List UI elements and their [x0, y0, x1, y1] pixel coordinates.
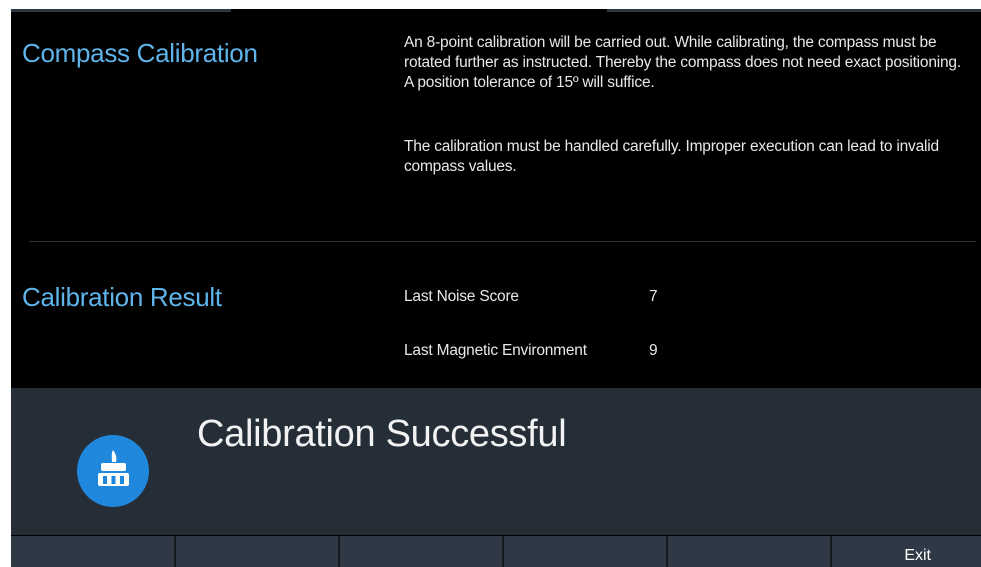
- calibration-screen: Compass Calibration An 8-point calibrati…: [11, 9, 981, 567]
- softkey-bar: Exit: [11, 536, 981, 567]
- status-panel: [11, 388, 981, 535]
- last-noise-score-value: 7: [649, 288, 658, 305]
- section-divider: [29, 241, 976, 242]
- calibration-instructions-text: An 8-point calibration will be carried o…: [404, 34, 961, 91]
- compass-calibration-title: Compass Calibration: [22, 38, 258, 68]
- calibration-warning-text: The calibration must be handled carefull…: [404, 138, 939, 175]
- exit-button[interactable]: Exit: [832, 536, 981, 567]
- softkey-2[interactable]: [176, 536, 340, 567]
- softkey-4[interactable]: [504, 536, 668, 567]
- softkey-3[interactable]: [340, 536, 504, 567]
- last-magnetic-environment-label: Last Magnetic Environment: [404, 342, 587, 359]
- calibration-status-message: Calibration Successful: [197, 413, 567, 455]
- exit-button-label: Exit: [904, 547, 931, 564]
- last-noise-score-label: Last Noise Score: [404, 288, 519, 305]
- softkey-5[interactable]: [668, 536, 832, 567]
- last-magnetic-environment-value: 9: [649, 342, 658, 359]
- calibration-result-title: Calibration Result: [22, 282, 222, 312]
- calibration-success-icon: [77, 435, 149, 507]
- softkey-1[interactable]: [11, 536, 176, 567]
- top-strip: [11, 9, 981, 13]
